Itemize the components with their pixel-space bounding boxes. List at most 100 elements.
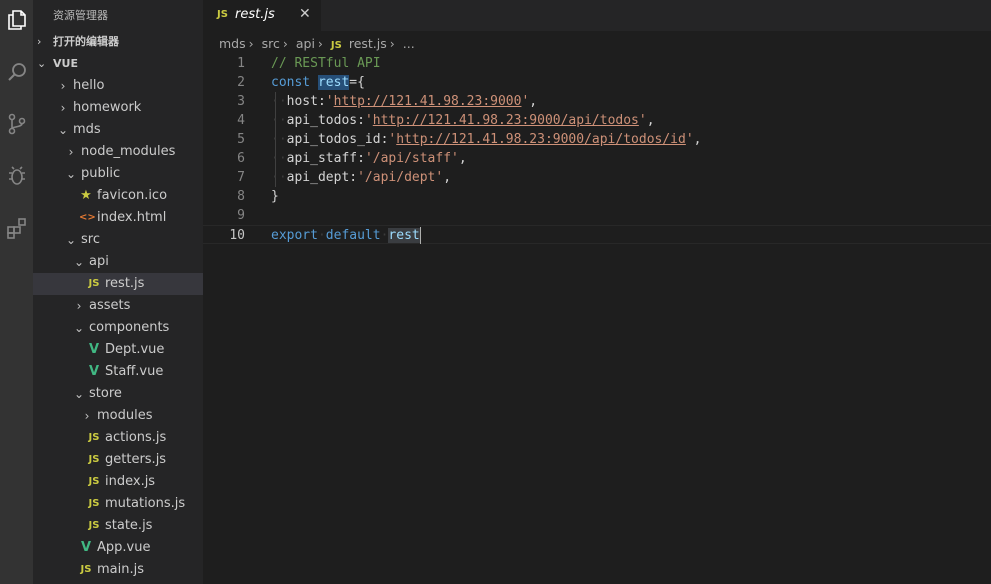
code-token: , bbox=[693, 132, 702, 147]
code-token: api_staff: bbox=[286, 151, 365, 166]
extensions-icon bbox=[6, 218, 26, 239]
tree-file[interactable]: JS main.js bbox=[33, 559, 203, 581]
code-token: , bbox=[443, 170, 452, 185]
code-token: '/api/dept' bbox=[357, 170, 444, 185]
tree-folder[interactable]: ⌄ components bbox=[33, 317, 203, 339]
code-token: api_todos_id: bbox=[286, 132, 389, 147]
tree-folder[interactable]: › modules bbox=[33, 405, 203, 427]
tree-item-label: rest.js bbox=[105, 276, 145, 291]
tree-folder[interactable]: ⌄ store bbox=[33, 383, 203, 405]
code-token: http://121.41.98.23:9000/api/todos/id bbox=[396, 132, 686, 147]
chevron-down-icon: ⌄ bbox=[73, 321, 85, 335]
code-line[interactable]: 2 const rest={ bbox=[203, 73, 991, 92]
chevron-down-icon: ⌄ bbox=[65, 167, 77, 181]
tree-file[interactable]: V App.vue bbox=[33, 537, 203, 559]
tree-file[interactable]: JS index.js bbox=[33, 471, 203, 493]
code-token: const bbox=[271, 75, 311, 90]
js-file-icon: JS bbox=[88, 520, 100, 531]
js-file-icon: JS bbox=[88, 476, 100, 487]
tree-item-label: src bbox=[81, 232, 100, 247]
tree-file[interactable]: JS getters.js bbox=[33, 449, 203, 471]
tree-folder[interactable]: ⌄ mds bbox=[33, 119, 203, 141]
debug-button[interactable] bbox=[0, 156, 33, 196]
code-token: http://121.41.98.23:9000 bbox=[333, 94, 522, 109]
code-token: , bbox=[646, 113, 655, 128]
tree-item-label: favicon.ico bbox=[97, 188, 168, 203]
tree-file[interactable]: ★ favicon.ico bbox=[33, 185, 203, 207]
tree-folder[interactable]: › assets bbox=[33, 295, 203, 317]
code-token: default bbox=[325, 228, 381, 243]
explorer-button[interactable] bbox=[0, 0, 33, 40]
code-token: api_dept: bbox=[286, 170, 358, 185]
code-line[interactable]: 5 ··api_todos_id: 'http://121.41.98.23:900… bbox=[203, 130, 991, 149]
breadcrumb-item[interactable]: mds bbox=[219, 36, 246, 51]
breadcrumb-item[interactable]: src bbox=[262, 36, 280, 51]
tree-folder[interactable]: ⌄ src bbox=[33, 229, 203, 251]
chevron-right-icon: › bbox=[248, 36, 254, 51]
code-line[interactable]: 9 bbox=[203, 206, 991, 225]
code-token: // RESTful API bbox=[271, 56, 381, 71]
code-text: const rest={ bbox=[271, 73, 365, 92]
tree-item-label: store bbox=[89, 386, 122, 401]
code-text: ··api_staff:'/api/staff', bbox=[271, 149, 467, 168]
tree-folder[interactable]: › node_modules bbox=[33, 141, 203, 163]
code-token: api_todos: bbox=[286, 113, 365, 128]
open-editors-section[interactable]: › 打开的编辑器 bbox=[33, 31, 203, 53]
line-number: 10 bbox=[229, 228, 245, 243]
chevron-down-icon: ⌄ bbox=[73, 387, 85, 401]
tree-file[interactable]: JS mutations.js bbox=[33, 493, 203, 515]
extensions-button[interactable] bbox=[0, 208, 33, 248]
tree-folder[interactable]: ⌄ public bbox=[33, 163, 203, 185]
tree-item-label: hello bbox=[73, 78, 105, 93]
activity-bar bbox=[0, 0, 33, 584]
code-token: rest bbox=[317, 75, 350, 90]
tree-file[interactable]: JS rest.js bbox=[33, 273, 203, 295]
tree-item-label: index.js bbox=[105, 474, 156, 489]
js-file-icon: JS bbox=[88, 278, 100, 289]
tree-file[interactable]: V Staff.vue bbox=[33, 361, 203, 383]
tree-item-label: public bbox=[81, 166, 121, 181]
source-control-icon bbox=[8, 113, 25, 135]
line-number: 8 bbox=[237, 189, 245, 204]
html-file-icon: <> bbox=[79, 212, 96, 223]
tree-file[interactable]: <> index.html bbox=[33, 207, 203, 229]
workspace-section[interactable]: ⌄ VUE bbox=[33, 53, 203, 75]
code-token: } bbox=[271, 189, 279, 204]
code-line[interactable]: 7 ··api_dept:'/api/dept', bbox=[203, 168, 991, 187]
tree-folder[interactable]: › homework bbox=[33, 97, 203, 119]
code-editor[interactable]: 1// RESTful API 2 const rest={3 ··host:'htt… bbox=[203, 54, 991, 584]
chevron-right-icon: › bbox=[317, 36, 323, 51]
chevron-down-icon: ⌄ bbox=[57, 123, 69, 137]
code-line[interactable]: 4 ··api_todos:'http://121.41.98.23:9000/a… bbox=[203, 111, 991, 130]
line-number: 3 bbox=[237, 94, 245, 109]
open-editors-label: 打开的编辑器 bbox=[53, 35, 119, 48]
chevron-right-icon: › bbox=[68, 145, 74, 159]
breadcrumb-file[interactable]: rest.js bbox=[349, 36, 387, 51]
code-token: ={ bbox=[349, 75, 365, 90]
breadcrumb-item[interactable]: api bbox=[296, 36, 315, 51]
chevron-right-icon: › bbox=[282, 36, 288, 51]
code-line[interactable]: 10 export·default·rest bbox=[203, 225, 991, 244]
tree-item-label: node_modules bbox=[81, 144, 176, 159]
code-text: ··api_dept:'/api/dept', bbox=[271, 168, 451, 187]
code-line[interactable]: 8} bbox=[203, 187, 991, 206]
close-icon[interactable]: ✕ bbox=[299, 6, 311, 22]
search-button[interactable] bbox=[0, 52, 33, 92]
breadcrumb-more[interactable]: ... bbox=[403, 36, 415, 51]
code-line[interactable]: 3 ··host:'http://121.41.98.23:9000', bbox=[203, 92, 991, 111]
tree-folder[interactable]: ⌄ api bbox=[33, 251, 203, 273]
code-line[interactable]: 6 ··api_staff:'/api/staff', bbox=[203, 149, 991, 168]
tree-folder[interactable]: › hello bbox=[33, 75, 203, 97]
tree-item-label: components bbox=[89, 320, 170, 335]
code-token: ' bbox=[638, 113, 647, 128]
js-file-icon: JS bbox=[330, 40, 342, 51]
tree-file[interactable]: V Dept.vue bbox=[33, 339, 203, 361]
source-control-button[interactable] bbox=[0, 104, 33, 144]
tree-file[interactable]: JS state.js bbox=[33, 515, 203, 537]
tree-file[interactable]: JS actions.js bbox=[33, 427, 203, 449]
code-line[interactable]: 1 // RESTful API bbox=[203, 54, 991, 73]
tree-item-label: App.vue bbox=[97, 540, 151, 555]
tab-rest-js[interactable]: JS rest.js ✕ bbox=[203, 0, 321, 31]
js-file-icon: JS bbox=[88, 498, 100, 509]
line-number: 5 bbox=[237, 132, 245, 147]
